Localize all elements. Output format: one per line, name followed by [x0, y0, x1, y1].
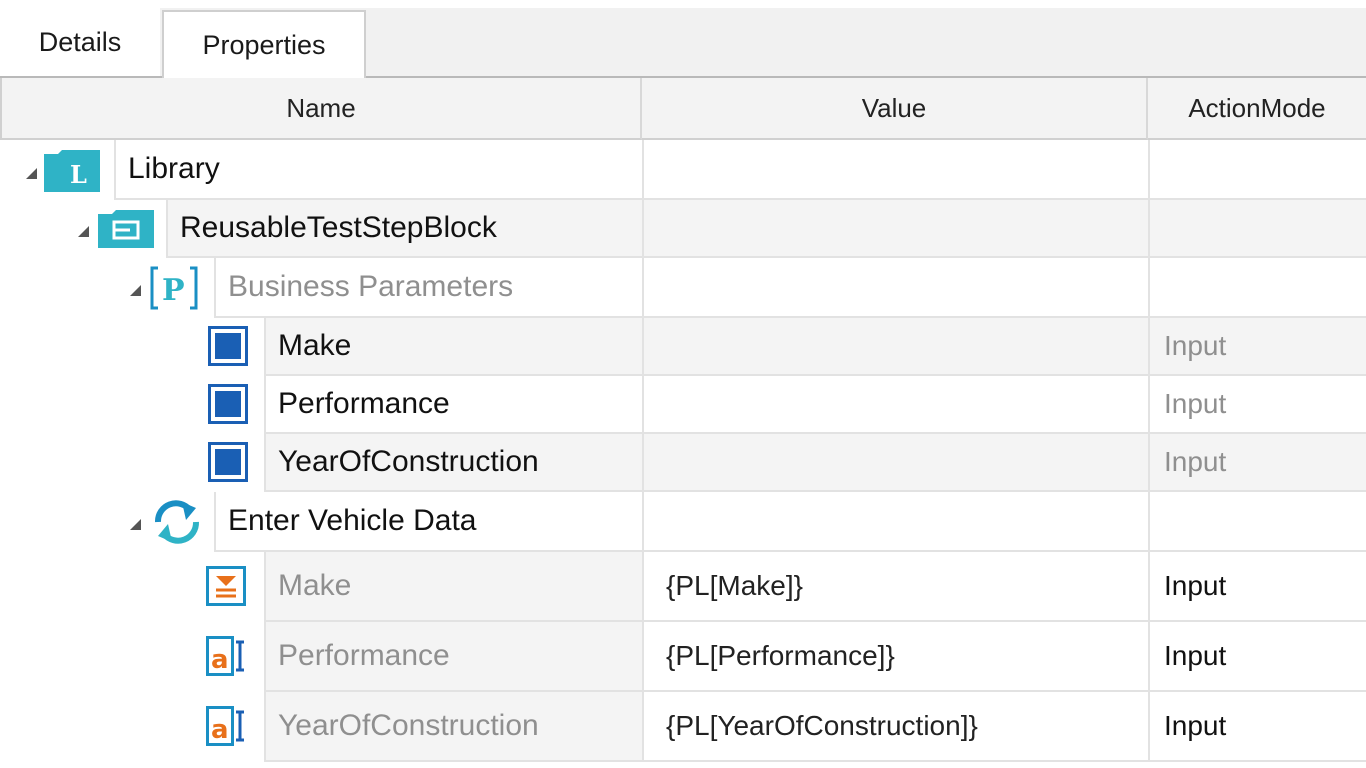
tab-bar: Details Properties	[0, 0, 1366, 78]
value-cell[interactable]: {PL[Performance]}	[642, 622, 1148, 692]
tab-details[interactable]: Details	[0, 8, 160, 76]
business-parameters-icon: P	[150, 266, 198, 310]
actionmode-cell[interactable]	[1148, 200, 1366, 258]
value-cell[interactable]: {PL[Make]}	[642, 552, 1148, 622]
expand-arrow-icon[interactable]	[78, 226, 89, 237]
value-cell[interactable]	[642, 200, 1148, 258]
tree-row-parameter[interactable]: Make Input	[0, 318, 1366, 376]
library-icon: L	[44, 150, 100, 192]
tree-row-teststep[interactable]: a YearOfConstruction {PL[YearOfConstruct…	[0, 692, 1366, 762]
expand-arrow-icon[interactable]	[130, 285, 141, 296]
svg-text:a: a	[211, 645, 229, 675]
tree-row-parameter[interactable]: YearOfConstruction Input	[0, 434, 1366, 492]
properties-grid: Name Value ActionMode L Library Reusable…	[0, 76, 1366, 768]
tree-row-label: Performance	[264, 622, 642, 692]
column-header-name[interactable]: Name	[0, 78, 642, 140]
refresh-icon	[155, 500, 199, 544]
tree-row-label: Business Parameters	[214, 258, 642, 318]
actionmode-cell[interactable]	[1148, 492, 1366, 552]
tree-row-label: YearOfConstruction	[264, 434, 642, 492]
tree-row-label: Enter Vehicle Data	[214, 492, 642, 552]
tree-row-label: Make	[264, 318, 642, 376]
svg-text:P: P	[162, 273, 185, 308]
actionmode-cell[interactable]: Input	[1148, 622, 1366, 692]
tree-row-reusableteststepblock[interactable]: ReusableTestStepBlock	[0, 200, 1366, 258]
expand-arrow-icon[interactable]	[130, 519, 141, 530]
tree-row-label: YearOfConstruction	[264, 692, 642, 762]
tree-row-library[interactable]: L Library	[0, 140, 1366, 200]
value-cell[interactable]	[642, 318, 1148, 376]
value-cell[interactable]	[642, 376, 1148, 434]
expand-arrow-icon[interactable]	[26, 168, 37, 179]
tree-row-label: Library	[114, 140, 642, 200]
actionmode-cell[interactable]: Input	[1148, 434, 1366, 492]
parameter-icon	[208, 326, 248, 366]
textbox-icon: a	[206, 706, 244, 746]
tree-row-business-parameters[interactable]: P Business Parameters	[0, 258, 1366, 318]
value-cell[interactable]	[642, 492, 1148, 552]
value-cell[interactable]: {PL[YearOfConstruction]}	[642, 692, 1148, 762]
actionmode-cell[interactable]: Input	[1148, 552, 1366, 622]
parameter-icon	[208, 442, 248, 482]
tree-row-label: ReusableTestStepBlock	[166, 200, 642, 258]
tree-row-parameter[interactable]: Performance Input	[0, 376, 1366, 434]
tab-properties[interactable]: Properties	[162, 10, 366, 78]
column-header-value[interactable]: Value	[642, 78, 1148, 140]
combobox-icon	[206, 566, 246, 606]
actionmode-cell[interactable]	[1148, 258, 1366, 318]
actionmode-cell[interactable]: Input	[1148, 318, 1366, 376]
actionmode-cell[interactable]	[1148, 140, 1366, 200]
svg-text:a: a	[211, 715, 229, 745]
column-header-actionmode[interactable]: ActionMode	[1148, 78, 1366, 140]
actionmode-cell[interactable]: Input	[1148, 692, 1366, 762]
tree-row-teststep[interactable]: a Performance {PL[Performance]} Input	[0, 622, 1366, 692]
value-cell[interactable]	[642, 258, 1148, 318]
actionmode-cell[interactable]: Input	[1148, 376, 1366, 434]
reusable-block-icon	[98, 210, 154, 248]
svg-text:L: L	[70, 160, 87, 189]
tree-row-label: Make	[264, 552, 642, 622]
parameter-icon	[208, 384, 248, 424]
value-cell[interactable]	[642, 434, 1148, 492]
tree-row-label: Performance	[264, 376, 642, 434]
tree-row-teststep[interactable]: Make {PL[Make]} Input	[0, 552, 1366, 622]
textbox-icon: a	[206, 636, 244, 676]
tree-row-enter-vehicle-data[interactable]: Enter Vehicle Data	[0, 492, 1366, 552]
value-cell[interactable]	[642, 140, 1148, 200]
